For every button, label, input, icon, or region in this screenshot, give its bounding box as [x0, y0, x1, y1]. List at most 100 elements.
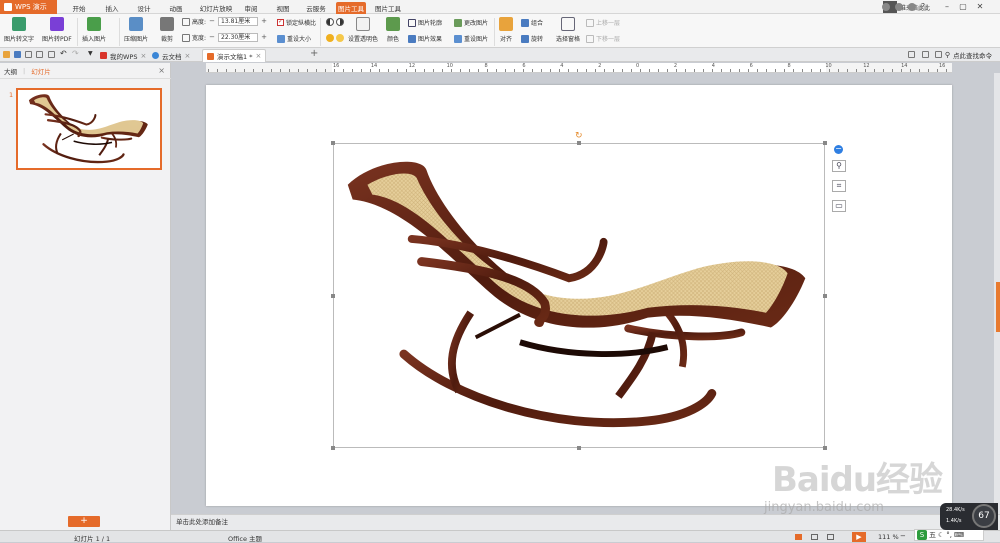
menu-tab[interactable]: 云服务: [305, 2, 327, 14]
contrast-increase-icon[interactable]: [326, 18, 334, 26]
close-button[interactable]: ✕: [975, 2, 985, 12]
slide-sorter-icon[interactable]: [811, 534, 818, 540]
insert-picture-button[interactable]: 插入图片: [82, 17, 106, 43]
ruler-tick: [208, 69, 209, 72]
brightness-decrease-icon[interactable]: [336, 34, 344, 42]
add-slide-button[interactable]: +: [68, 516, 100, 527]
width-decrease[interactable]: −: [208, 33, 216, 42]
border-tool-icon[interactable]: ▭: [832, 200, 846, 212]
to-text-button[interactable]: 图片转文字: [4, 17, 34, 43]
tab-presentation[interactable]: 演示文稿1 * ×: [202, 49, 267, 62]
tab-slides[interactable]: 幻灯片: [31, 66, 51, 76]
menu-tab[interactable]: 图片工具: [336, 2, 366, 14]
height-input[interactable]: 13.81厘米: [218, 17, 259, 26]
resize-handle-w[interactable]: [331, 294, 335, 298]
contrast-buttons[interactable]: [326, 18, 344, 26]
help-icon[interactable]: ?: [918, 2, 928, 12]
crop-tool-icon[interactable]: ⌗: [832, 180, 846, 192]
print-preview-icon[interactable]: [25, 51, 32, 58]
print-icon[interactable]: [36, 51, 43, 58]
close-tab-icon[interactable]: ×: [255, 52, 261, 60]
normal-view-icon[interactable]: [795, 534, 802, 540]
select-pane-button[interactable]: 选择窗格: [556, 17, 580, 43]
new-tab-button[interactable]: +: [310, 48, 318, 59]
resize-handle-se[interactable]: [823, 446, 827, 450]
change-picture-button[interactable]: 更改图片: [454, 18, 488, 27]
resize-handle-e[interactable]: [823, 294, 827, 298]
pin-icon[interactable]: [922, 51, 929, 58]
comment-icon[interactable]: [908, 51, 915, 58]
quick-access-dropdown-icon[interactable]: ▼: [88, 50, 93, 57]
redo-icon[interactable]: ↷: [72, 49, 79, 58]
zoom-out-icon[interactable]: −: [900, 532, 906, 540]
effect-button[interactable]: 图片效果: [408, 34, 442, 43]
app-menu-button[interactable]: WPS 演示: [0, 0, 57, 14]
menu-tab[interactable]: 图片工具: [373, 2, 403, 14]
close-tab-icon[interactable]: ×: [185, 52, 191, 60]
open-icon[interactable]: [3, 51, 10, 58]
zoom-picture-icon[interactable]: ⚲: [832, 160, 846, 172]
close-panel-icon[interactable]: ×: [158, 66, 165, 75]
menu-tab[interactable]: 视图: [275, 2, 291, 14]
tab-my-wps[interactable]: 我的WPS ×: [96, 49, 150, 62]
set-transparent-button[interactable]: 设置透明色: [348, 17, 378, 43]
settings-icon[interactable]: [908, 3, 916, 11]
zoom-level[interactable]: 111 %: [878, 533, 899, 541]
ime-mode: 五: [929, 531, 936, 539]
skin-icon[interactable]: [895, 3, 903, 11]
resize-handle-nw[interactable]: [331, 141, 335, 145]
notes-area[interactable]: 单击此处添加备注: [171, 514, 1000, 530]
ruler-tick: [937, 69, 938, 72]
brightness-increase-icon[interactable]: [326, 34, 334, 42]
close-tab-icon[interactable]: ×: [140, 52, 146, 60]
maximize-button[interactable]: ▢: [958, 2, 968, 12]
color-button[interactable]: 颜色: [386, 17, 400, 43]
menu-tab[interactable]: 插入: [104, 2, 120, 14]
menu-tab[interactable]: 开始: [70, 2, 88, 14]
outline-button[interactable]: 图片轮廓: [408, 18, 442, 27]
memory-usage-gauge[interactable]: 67: [972, 504, 996, 528]
command-search[interactable]: ⚲ 点此查找命令: [945, 50, 992, 60]
rotate-handle-icon[interactable]: ↻: [575, 131, 583, 141]
menu-tab[interactable]: 动画: [168, 2, 184, 14]
height-decrease[interactable]: −: [208, 17, 216, 26]
width-increase[interactable]: +: [260, 33, 268, 42]
collapse-ribbon-icon[interactable]: [935, 51, 942, 58]
tab-outline[interactable]: 大纲: [4, 66, 17, 76]
reset-picture-button[interactable]: 重设图片: [454, 34, 488, 43]
group-button[interactable]: 组合: [521, 18, 543, 27]
output-pdf-icon[interactable]: [48, 51, 55, 58]
resize-handle-s[interactable]: [577, 446, 581, 450]
send-backward-button[interactable]: 下移一层: [586, 34, 620, 43]
menu-tab[interactable]: 幻灯片放映: [197, 2, 235, 14]
save-icon[interactable]: [14, 51, 21, 58]
minimize-button[interactable]: –: [942, 2, 952, 12]
slide-thumbnail[interactable]: [16, 88, 162, 170]
resize-handle-ne[interactable]: [823, 141, 827, 145]
height-increase[interactable]: +: [260, 17, 268, 26]
sync-icon[interactable]: [882, 3, 890, 11]
ime-toolbar[interactable]: S 五 ☾ °, ⌨: [914, 529, 984, 541]
to-pdf-button[interactable]: 图片转PDF: [42, 17, 72, 43]
contrast-decrease-icon[interactable]: [336, 18, 344, 26]
resize-handle-sw[interactable]: [331, 446, 335, 450]
tab-cloud-docs[interactable]: 云文档 ×: [148, 49, 194, 62]
width-input[interactable]: 22.30厘米: [218, 33, 259, 42]
menu-tab[interactable]: 设计: [136, 2, 152, 14]
undo-icon[interactable]: ↶: [60, 49, 67, 58]
align-button[interactable]: 对齐: [499, 17, 513, 43]
lock-ratio-checkbox[interactable]: 锁定纵横比: [277, 18, 316, 27]
menu-tab[interactable]: 审阅: [243, 2, 259, 14]
side-panel-toggle[interactable]: [996, 282, 1000, 332]
collapse-toolbar-icon[interactable]: −: [834, 145, 843, 154]
compress-button[interactable]: 压缩图片: [124, 17, 148, 43]
crop-button[interactable]: 裁剪: [160, 17, 174, 43]
brightness-buttons[interactable]: [326, 34, 344, 42]
reset-size-button[interactable]: 重设大小: [277, 34, 311, 43]
rotate-button[interactable]: 旋转: [521, 34, 543, 43]
play-slideshow-button[interactable]: ▶: [852, 532, 866, 542]
bring-forward-button[interactable]: 上移一层: [586, 18, 620, 27]
resize-handle-n[interactable]: [577, 141, 581, 145]
outline-label: 图片轮廓: [418, 20, 443, 27]
reading-view-icon[interactable]: [827, 534, 834, 540]
